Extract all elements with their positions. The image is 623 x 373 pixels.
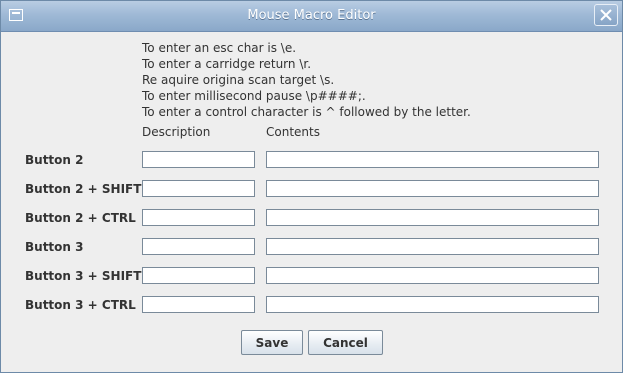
instruction-line: Re aquire origina scan target \s. (142, 73, 335, 87)
contents-field-button-2-shift[interactable] (266, 180, 599, 197)
instruction-line: To enter millisecond pause \p####;. (142, 89, 366, 103)
mouse-macro-editor-window: Mouse Macro Editor To enter an esc char … (0, 0, 623, 373)
window-title: Mouse Macro Editor (247, 8, 376, 23)
instruction-line: To enter a control character is ^ follow… (142, 105, 471, 119)
close-button[interactable] (594, 4, 618, 26)
description-field-button-3-ctrl[interactable] (142, 296, 255, 313)
contents-field-button-3[interactable] (266, 238, 599, 255)
description-field-button-2-shift[interactable] (142, 180, 255, 197)
row-label-button-3-shift: Button 3 + SHIFT (25, 269, 142, 283)
description-field-button-2[interactable] (142, 151, 255, 168)
cancel-button[interactable]: Cancel (308, 330, 383, 355)
row-label-button-2-ctrl: Button 2 + CTRL (25, 211, 136, 225)
row-label-button-2-shift: Button 2 + SHIFT (25, 182, 142, 196)
instruction-line: To enter an esc char is \e. (142, 41, 297, 55)
description-field-button-3-shift[interactable] (142, 267, 255, 284)
row-label-button-3: Button 3 (25, 240, 84, 254)
contents-field-button-2[interactable] (266, 151, 599, 168)
contents-field-button-2-ctrl[interactable] (266, 209, 599, 226)
title-bar[interactable]: Mouse Macro Editor (1, 1, 622, 32)
save-button[interactable]: Save (241, 330, 303, 355)
contents-field-button-3-shift[interactable] (266, 267, 599, 284)
description-column-header: Description (142, 125, 211, 139)
contents-column-header: Contents (266, 125, 320, 139)
contents-field-button-3-ctrl[interactable] (266, 296, 599, 313)
close-icon (600, 9, 612, 21)
row-label-button-3-ctrl: Button 3 + CTRL (25, 298, 136, 312)
description-field-button-2-ctrl[interactable] (142, 209, 255, 226)
row-label-button-2: Button 2 (25, 153, 84, 167)
instruction-line: To enter a carridge return \r. (142, 57, 312, 71)
instructions: To enter an esc char is \e. To enter a c… (142, 40, 471, 120)
description-field-button-3[interactable] (142, 238, 255, 255)
